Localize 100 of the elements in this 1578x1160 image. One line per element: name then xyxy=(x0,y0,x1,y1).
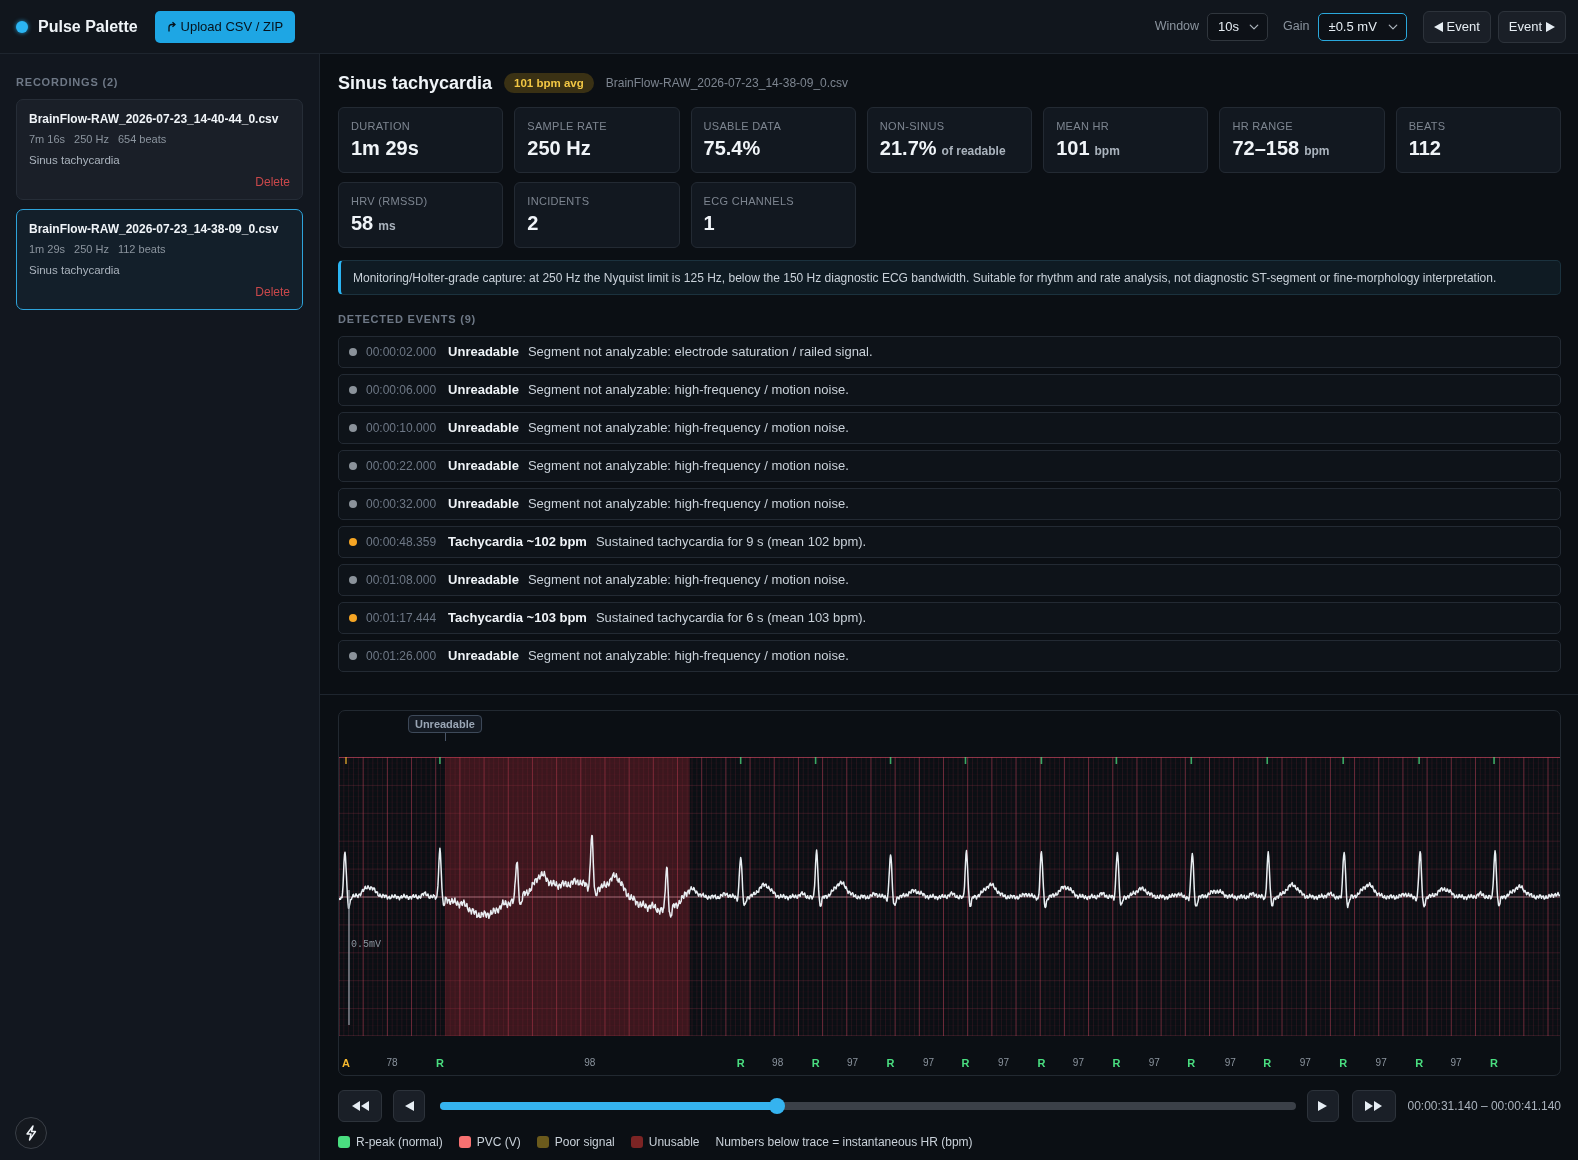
event-time: 00:00:10.000 xyxy=(366,420,437,437)
tick-mark-icon xyxy=(739,757,742,765)
event-row[interactable]: 00:01:08.000 Unreadable Segment not analyzable: high-frequency / motion noise. xyxy=(338,564,1561,596)
sample-rate-text: 250 Hz xyxy=(74,242,109,257)
event-row[interactable]: 00:00:02.000 Unreadable Segment not analyzable: electrode saturation / railed signal. xyxy=(338,336,1561,368)
stat-value: 2 xyxy=(527,212,539,234)
scale-label: 0.5mV xyxy=(351,939,381,951)
event-nav-button[interactable]: Event xyxy=(1497,10,1566,43)
tick-mark-icon xyxy=(345,757,347,765)
play-icon xyxy=(1318,1101,1327,1111)
event-title: Unreadable xyxy=(448,647,519,666)
event-time: 00:00:32.000 xyxy=(366,496,437,513)
event-title: Unreadable xyxy=(448,343,519,362)
fast-forward-icon xyxy=(1365,1101,1382,1111)
event-title: Unreadable xyxy=(448,381,519,400)
beat-label: R xyxy=(811,1057,820,1069)
beat-label: R xyxy=(1037,1057,1046,1069)
beat-label: R xyxy=(1187,1057,1196,1069)
beat-label: R xyxy=(736,1057,745,1069)
stat-value: 101 xyxy=(1056,137,1090,159)
annotation-label: Unreadable xyxy=(407,715,482,733)
seek-thumb[interactable] xyxy=(769,1098,786,1114)
event-description: Segment not analyzable: high-frequency / motion noise. xyxy=(527,381,849,400)
event-nav-button[interactable]: Event xyxy=(1422,10,1491,43)
stat-label: INCIDENTS xyxy=(527,194,591,209)
beat-label: R xyxy=(1112,1057,1121,1069)
recording-card[interactable]: BrainFlow-RAW_2026-07-23_14-38-09_0.csv 1m 29s 250 Hz 112 beats Sinus tachycardia Delete xyxy=(16,209,303,310)
duration-text: 1m 29s xyxy=(29,242,66,257)
section-heading: DETECTED EVENTS (9) xyxy=(338,312,478,326)
stat-value: 1 xyxy=(703,212,715,234)
stat-unit: bpm xyxy=(1304,144,1330,158)
event-description: Sustained tachycardia for 6 s (mean 103 bpm). xyxy=(595,609,867,628)
heart-rate-label: 97 xyxy=(1299,1057,1311,1069)
stat-unit: of readable xyxy=(941,144,1006,158)
beat-label: A xyxy=(342,1057,350,1069)
stat-label: HRV (RMSSD) xyxy=(351,194,429,209)
beat-label: R xyxy=(1339,1057,1348,1069)
triangle-right-icon xyxy=(1546,21,1555,32)
event-title: Unreadable xyxy=(448,495,519,514)
tick-mark-icon xyxy=(1190,757,1193,765)
heart-rate-label: 97 xyxy=(1148,1057,1160,1069)
upload-button[interactable]: Upload CSV / ZIP xyxy=(154,10,296,43)
app-title: Pulse Palette xyxy=(38,16,138,37)
tick-mark-icon xyxy=(814,757,817,765)
rewind-button[interactable] xyxy=(338,1090,382,1122)
event-title: Tachycardia ~102 bpm xyxy=(448,533,587,552)
event-row[interactable]: 00:01:26.000 Unreadable Segment not analyzable: high-frequency / motion noise. xyxy=(338,640,1561,672)
stat-label: BEATS xyxy=(1408,119,1447,134)
stat-label: NON-SINUS xyxy=(879,119,946,134)
heart-rate-label: 98 xyxy=(584,1057,596,1069)
recording-card[interactable]: BrainFlow-RAW_2026-07-23_14-40-44_0.csv 7m 16s 250 Hz 654 beats Sinus tachycardia Delete xyxy=(16,99,303,200)
heart-rate-label: 98 xyxy=(772,1057,784,1069)
beat-label: R xyxy=(1415,1057,1424,1069)
event-title: Unreadable xyxy=(448,457,519,476)
rhythm-text: Sinus tachycardia xyxy=(29,153,121,168)
stat-value: 72–158 xyxy=(1232,137,1300,159)
beat-label: R xyxy=(1263,1057,1272,1069)
stat-label: DURATION xyxy=(351,119,412,134)
tick-mark-icon xyxy=(439,757,441,765)
event-row[interactable]: 00:00:10.000 Unreadable Segment not analyzable: high-frequency / motion noise. xyxy=(338,412,1561,444)
delete-link[interactable]: Delete xyxy=(255,285,290,299)
event-row[interactable]: 00:00:32.000 Unreadable Segment not analyzable: high-frequency / motion noise. xyxy=(338,488,1561,520)
event-row[interactable]: 00:00:22.000 Unreadable Segment not analyzable: high-frequency / motion noise. xyxy=(338,450,1561,482)
event-description: Segment not analyzable: high-frequency / motion noise. xyxy=(527,457,849,476)
heart-rate-label: 97 xyxy=(1450,1057,1462,1069)
event-row[interactable]: 00:01:17.444 Tachycardia ~103 bpm Sustained tachycardia for 6 s (mean 103 bpm). xyxy=(338,602,1561,634)
tick-mark-icon xyxy=(1266,757,1269,765)
triangle-left-icon xyxy=(404,1101,414,1111)
rhythm-text: Sinus tachycardia xyxy=(29,263,121,278)
event-row[interactable]: 00:00:48.359 Tachycardia ~102 bpm Sustained tachycardia for 9 s (mean 102 bpm). xyxy=(338,526,1561,558)
lightning-icon xyxy=(25,1125,37,1141)
event-time: 00:00:06.000 xyxy=(366,382,437,399)
event-time: 00:00:22.000 xyxy=(366,458,437,475)
fast-forward-button[interactable] xyxy=(1351,1090,1396,1122)
event-description: Segment not analyzable: high-frequency / motion noise. xyxy=(527,647,849,666)
setting-label: Window xyxy=(1154,18,1200,36)
event-title: Unreadable xyxy=(448,419,519,438)
event-time: 00:00:48.359 xyxy=(366,534,437,551)
heart-rate-label: 97 xyxy=(1375,1057,1387,1069)
beat-label: R xyxy=(435,1057,444,1069)
event-title: Tachycardia ~103 bpm xyxy=(448,609,587,628)
legend-label: PVC (V) xyxy=(476,1134,521,1150)
triangle-left-icon xyxy=(1433,21,1443,32)
heart-rate-label: 97 xyxy=(847,1057,859,1069)
stat-value: 1m 29s xyxy=(351,137,419,159)
setting-select[interactable]: ±0.5 mV xyxy=(1317,12,1407,41)
sample-rate-text: 250 Hz xyxy=(74,132,109,147)
legend-label: R-peak (normal) xyxy=(356,1134,443,1150)
beat-label: R xyxy=(886,1057,895,1069)
legend-label: Poor signal xyxy=(554,1134,615,1150)
play-button[interactable] xyxy=(1306,1090,1339,1122)
setting-select[interactable]: 10s xyxy=(1207,12,1269,41)
stat-label: ECG CHANNELS xyxy=(703,194,795,209)
delete-link[interactable]: Delete xyxy=(255,175,290,189)
heart-rate-label: 97 xyxy=(1224,1057,1236,1069)
event-row[interactable]: 00:00:06.000 Unreadable Segment not analyzable: high-frequency / motion noise. xyxy=(338,374,1561,406)
stat-value: 112 xyxy=(1408,137,1441,159)
rhythm-title: Sinus tachycardia xyxy=(338,72,493,95)
step-back-button[interactable] xyxy=(393,1090,425,1122)
rewind-icon xyxy=(351,1101,369,1111)
